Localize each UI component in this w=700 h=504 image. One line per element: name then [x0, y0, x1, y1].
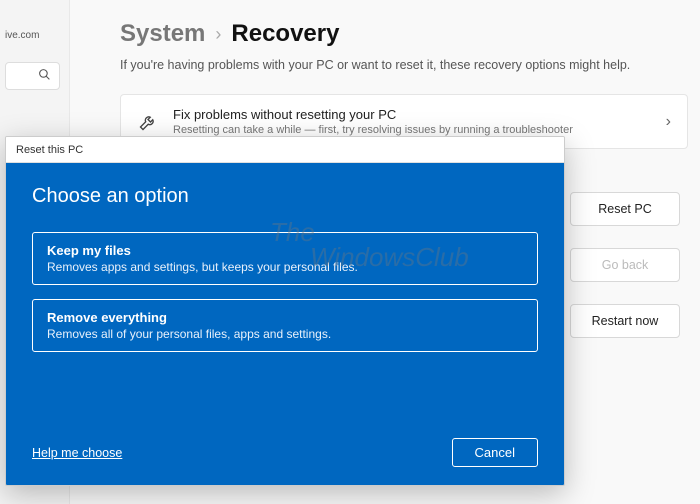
dialog-titlebar: Reset this PC	[6, 137, 564, 163]
troubleshoot-title: Fix problems without resetting your PC	[173, 107, 652, 122]
chevron-right-icon: ›	[215, 24, 221, 45]
main-content: System › Recovery If you're having probl…	[120, 0, 688, 149]
option-keep-my-files[interactable]: Keep my files Removes apps and settings,…	[32, 232, 538, 285]
dialog-footer: Help me choose Cancel	[32, 438, 538, 467]
go-back-button: Go back	[570, 248, 680, 282]
breadcrumb-parent[interactable]: System	[120, 20, 205, 48]
option-desc: Removes apps and settings, but keeps you…	[47, 260, 523, 274]
option-title: Keep my files	[47, 243, 523, 258]
option-remove-everything[interactable]: Remove everything Removes all of your pe…	[32, 299, 538, 352]
account-email-fragment: ive.com	[0, 30, 39, 41]
dialog-body: Choose an option Keep my files Removes a…	[6, 163, 564, 485]
breadcrumb: System › Recovery	[120, 20, 688, 48]
option-desc: Removes all of your personal files, apps…	[47, 327, 523, 341]
page-subtitle: If you're having problems with your PC o…	[120, 58, 688, 72]
restart-now-button[interactable]: Restart now	[570, 304, 680, 338]
reset-pc-dialog: Reset this PC Choose an option Keep my f…	[5, 136, 565, 486]
dialog-heading: Choose an option	[32, 185, 538, 208]
action-button-column: Reset PC Go back Restart now	[570, 192, 680, 338]
cancel-button[interactable]: Cancel	[452, 438, 538, 467]
chevron-right-icon: ›	[666, 113, 671, 131]
troubleshoot-subtitle: Resetting can take a while — first, try …	[173, 124, 652, 136]
help-me-choose-link[interactable]: Help me choose	[32, 446, 122, 460]
reset-pc-button[interactable]: Reset PC	[570, 192, 680, 226]
wrench-icon	[137, 111, 159, 133]
search-input[interactable]	[5, 62, 60, 90]
search-icon	[38, 68, 51, 84]
card-text: Fix problems without resetting your PC R…	[173, 107, 652, 136]
option-title: Remove everything	[47, 310, 523, 325]
page-title: Recovery	[231, 20, 339, 48]
